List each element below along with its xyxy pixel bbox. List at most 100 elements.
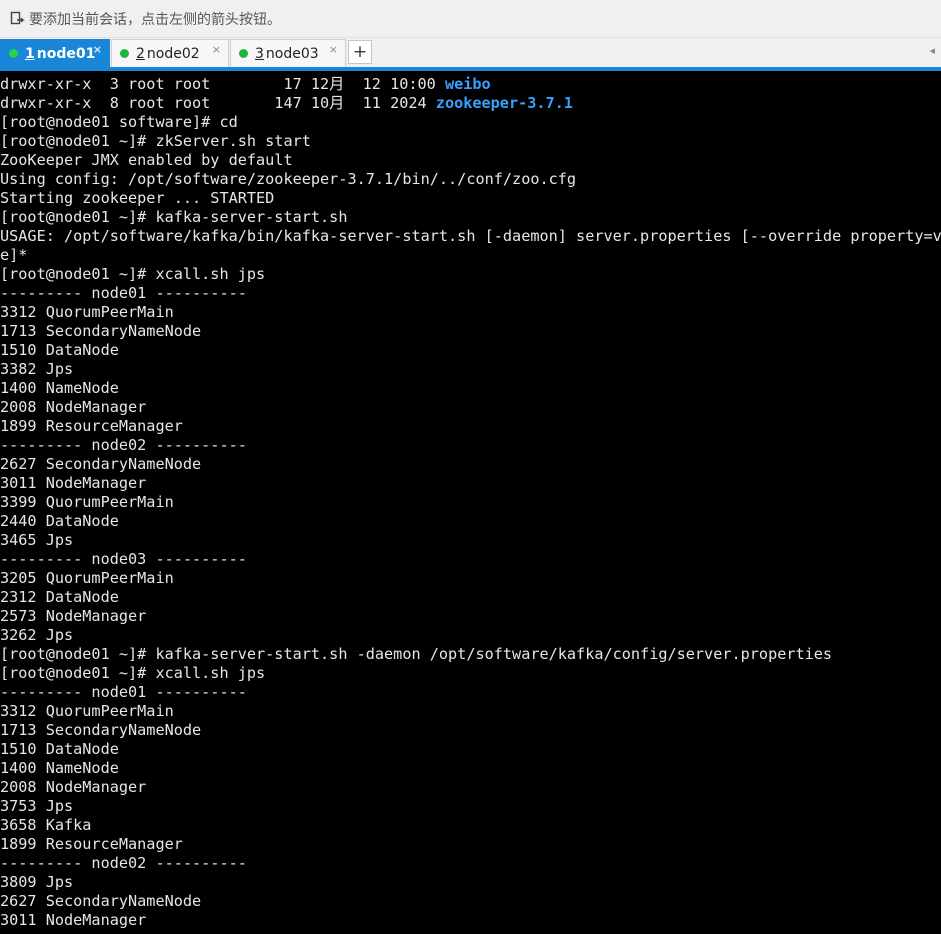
terminal-line-text: 3399 QuorumPeerMain <box>0 493 174 511</box>
terminal-line: e]* <box>0 246 941 265</box>
terminal-output[interactable]: drwxr-xr-x 3 root root 17 12月 12 10:00 w… <box>0 75 941 934</box>
tab-node03[interactable]: 3 node03 × <box>230 39 346 67</box>
terminal-line-text: drwxr-xr-x 8 root root 147 10月 11 2024 <box>0 94 436 112</box>
terminal-line: 3658 Kafka <box>0 816 941 835</box>
terminal-line-text: 3312 QuorumPeerMain <box>0 303 174 321</box>
terminal-line-text: 1510 DataNode <box>0 341 119 359</box>
terminal-line: 1713 SecondaryNameNode <box>0 322 941 341</box>
terminal-line: [root@node01 ~]# kafka-server-start.sh <box>0 208 941 227</box>
terminal-line-text: 1713 SecondaryNameNode <box>0 322 202 340</box>
terminal-line: 3399 QuorumPeerMain <box>0 493 941 512</box>
session-tab-bar: 1 node01 × 2 node02 × 3 node03 × + ◂ <box>0 38 941 67</box>
tab-label: node03 <box>265 45 319 62</box>
terminal-line-text: 3382 Jps <box>0 360 74 378</box>
terminal-line: --------- node03 ---------- <box>0 550 941 569</box>
terminal-line: 1713 SecondaryNameNode <box>0 721 941 740</box>
terminal-line-text: 2312 DataNode <box>0 588 119 606</box>
terminal-line: [root@node01 ~]# kafka-server-start.sh -… <box>0 645 941 664</box>
terminal-line-text: 1510 DataNode <box>0 740 119 758</box>
terminal-line: 2440 DataNode <box>0 512 941 531</box>
tab-label: node01 <box>36 45 96 62</box>
terminal-line: 3753 Jps <box>0 797 941 816</box>
close-icon[interactable]: × <box>329 43 338 56</box>
terminal-line: 1400 NameNode <box>0 759 941 778</box>
terminal-line: 3011 NodeManager <box>0 911 941 930</box>
terminal-line-text: 3312 QuorumPeerMain <box>0 702 174 720</box>
terminal-line-text: Using config: /opt/software/zookeeper-3.… <box>0 170 577 188</box>
terminal-line-text: [root@node01 ~]# zkServer.sh start <box>0 132 311 150</box>
terminal-line-text: 3753 Jps <box>0 797 74 815</box>
terminal-line-text: USAGE: /opt/software/kafka/bin/kafka-ser… <box>0 227 941 245</box>
terminal-line-text: 3011 NodeManager <box>0 474 147 492</box>
tab-scroll-left-icon[interactable]: ◂ <box>929 44 935 57</box>
terminal-line: 1899 ResourceManager <box>0 835 941 854</box>
terminal-line-text: 3011 NodeManager <box>0 911 147 929</box>
terminal-line-text: Starting zookeeper ... STARTED <box>0 189 275 207</box>
status-dot-icon <box>120 49 129 58</box>
terminal-line-text: --------- node02 ---------- <box>0 854 247 872</box>
terminal-line-text: [root@node01 ~]# kafka-server-start.sh <box>0 208 348 226</box>
close-icon[interactable]: × <box>212 43 221 56</box>
tab-number: 1 <box>25 45 35 62</box>
terminal-line: 2573 NodeManager <box>0 607 941 626</box>
terminal-line-text: 3465 Jps <box>0 531 74 549</box>
terminal-line: [root@node01 ~]# zkServer.sh start <box>0 132 941 151</box>
terminal-line-text: 1713 SecondaryNameNode <box>0 721 202 739</box>
terminal-line-text: [root@node01 software]# cd <box>0 113 238 131</box>
terminal-line-text: 3205 QuorumPeerMain <box>0 569 174 587</box>
terminal-line-text: --------- node01 ---------- <box>0 284 247 302</box>
terminal-line-text: [root@node01 ~]# xcall.sh jps <box>0 265 266 283</box>
terminal-line: --------- node02 ---------- <box>0 436 941 455</box>
terminal-line-text: e]* <box>0 246 28 264</box>
terminal-line-text: 1400 NameNode <box>0 759 119 777</box>
terminal-line: 2008 NodeManager <box>0 778 941 797</box>
tab-accent-line <box>0 67 941 71</box>
terminal-line: Starting zookeeper ... STARTED <box>0 189 941 208</box>
terminal-line-text: 2627 SecondaryNameNode <box>0 892 202 910</box>
status-dot-icon <box>239 49 248 58</box>
terminal-line: [root@node01 ~]# xcall.sh jps <box>0 265 941 284</box>
terminal-line: --------- node01 ---------- <box>0 683 941 702</box>
terminal-line: --------- node02 ---------- <box>0 854 941 873</box>
terminal-line-text: [root@node01 ~]# kafka-server-start.sh -… <box>0 645 833 663</box>
terminal-line: 3011 NodeManager <box>0 474 941 493</box>
terminal-line: drwxr-xr-x 3 root root 17 12月 12 10:00 w… <box>0 75 941 94</box>
terminal-line-text: 2573 NodeManager <box>0 607 147 625</box>
tab-node01[interactable]: 1 node01 × <box>0 39 110 67</box>
terminal-line-text: 2440 DataNode <box>0 512 119 530</box>
terminal-line: 3465 Jps <box>0 531 941 550</box>
terminal-line: 2627 SecondaryNameNode <box>0 455 941 474</box>
terminal-line-text: 1899 ResourceManager <box>0 417 183 435</box>
terminal-line: 3262 Jps <box>0 626 941 645</box>
directory-name: weibo <box>444 75 491 93</box>
terminal-line: [root@node01 ~]# xcall.sh jps <box>0 664 941 683</box>
terminal-line-text: [root@node01 ~]# xcall.sh jps <box>0 664 266 682</box>
terminal-line: 3809 Jps <box>0 873 941 892</box>
terminal-line-text: 2008 NodeManager <box>0 398 147 416</box>
terminal-line-text: 3262 Jps <box>0 626 74 644</box>
terminal-line-text: 1400 NameNode <box>0 379 119 397</box>
terminal-line-text: ZooKeeper JMX enabled by default <box>0 151 293 169</box>
terminal-line: 1899 ResourceManager <box>0 417 941 436</box>
terminal-line: 2312 DataNode <box>0 588 941 607</box>
hint-text: 要添加当前会话，点击左侧的箭头按钮。 <box>29 11 281 28</box>
tab-number: 3 <box>255 45 264 62</box>
terminal-line: 1510 DataNode <box>0 740 941 759</box>
tab-number: 2 <box>136 45 145 62</box>
add-tab-button[interactable]: + <box>348 40 372 64</box>
terminal-line: 3382 Jps <box>0 360 941 379</box>
terminal-line: USAGE: /opt/software/kafka/bin/kafka-ser… <box>0 227 941 246</box>
terminal-line: 1510 DataNode <box>0 341 941 360</box>
terminal-line-text: 3809 Jps <box>0 873 74 891</box>
terminal-line: ZooKeeper JMX enabled by default <box>0 151 941 170</box>
status-dot-icon <box>9 49 18 58</box>
tab-node02[interactable]: 2 node02 × <box>111 39 229 67</box>
terminal-line: 2008 NodeManager <box>0 398 941 417</box>
terminal-line: drwxr-xr-x 8 root root 147 10月 11 2024 z… <box>0 94 941 113</box>
terminal-line: 1400 NameNode <box>0 379 941 398</box>
close-icon[interactable]: × <box>93 43 102 56</box>
terminal-line: [root@node01 software]# cd <box>0 113 941 132</box>
terminal-line: --------- node01 ---------- <box>0 284 941 303</box>
directory-name: zookeeper-3.7.1 <box>435 94 573 112</box>
terminal-line-text: 2627 SecondaryNameNode <box>0 455 202 473</box>
